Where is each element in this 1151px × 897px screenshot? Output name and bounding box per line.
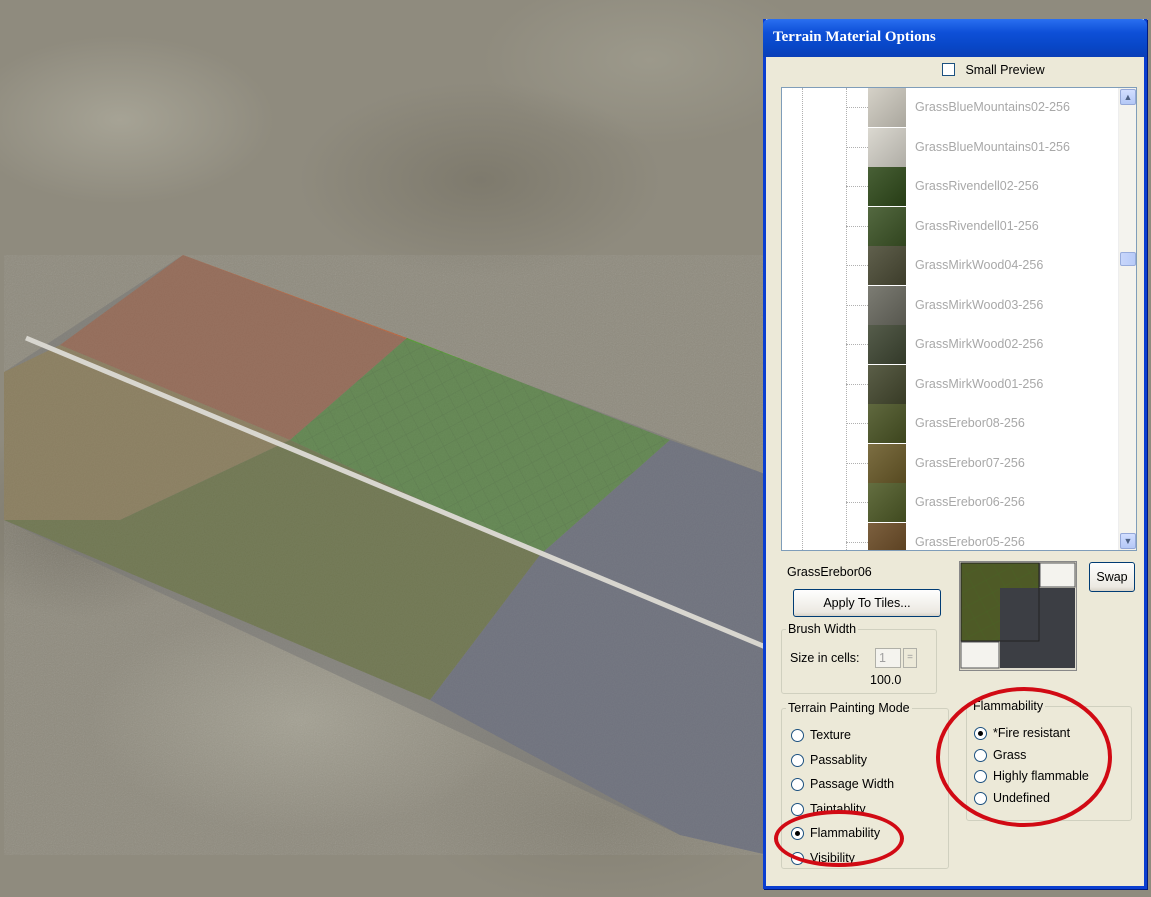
texture-list-item[interactable]: GrassBlueMountains02-256	[782, 88, 1122, 127]
texture-thumbnail	[868, 246, 906, 285]
selected-texture-name: GrassErebor06	[787, 565, 872, 579]
texture-thumbnail	[868, 167, 906, 206]
tree-branch-line	[846, 502, 868, 503]
terrain-material-dialog: Terrain Material Options Small Preview G…	[763, 19, 1147, 889]
texture-list-item[interactable]: GrassErebor05-256	[782, 522, 1122, 550]
small-preview-checkbox[interactable]	[942, 63, 955, 77]
tree-branch-line	[846, 265, 868, 266]
painting-mode-label[interactable]: Passablity	[810, 753, 867, 767]
painting-mode-label[interactable]: Texture	[810, 728, 851, 742]
texture-label: GrassRivendell01-256	[915, 218, 1039, 233]
texture-list-item[interactable]: GrassMirkWood01-256	[782, 364, 1122, 404]
texture-thumbnail	[868, 206, 906, 246]
tree-branch-line	[846, 541, 868, 543]
tree-branch-line	[846, 107, 868, 108]
texture-thumbnail	[868, 285, 906, 325]
texture-thumbnail	[868, 325, 906, 364]
painting-mode-legend: Terrain Painting Mode	[788, 701, 910, 715]
terrain-noise-overlay	[4, 255, 768, 855]
texture-list-item[interactable]: GrassRivendell01-256	[782, 206, 1122, 246]
texture-list-item[interactable]: GrassMirkWood02-256	[782, 325, 1122, 364]
texture-list-item[interactable]: GrassErebor07-256	[782, 443, 1122, 483]
texture-label: GrassMirkWood02-256	[915, 337, 1044, 351]
texture-list-item[interactable]: GrassErebor06-256	[782, 483, 1122, 522]
texture-thumbnail	[868, 404, 906, 443]
painting-mode-radio[interactable]	[791, 753, 804, 767]
tree-branch-line	[846, 462, 868, 464]
dialog-title: Terrain Material Options	[773, 29, 936, 45]
tree-branch-line	[846, 423, 868, 424]
texture-tree-list[interactable]: GrassBlueMountains02-256 GrassBlueMountai…	[781, 87, 1137, 551]
scroll-down-icon[interactable]: ▼	[1120, 533, 1136, 549]
texture-thumbnail	[868, 364, 906, 404]
texture-thumbnail	[868, 522, 906, 550]
texture-label: GrassMirkWood01-256	[915, 376, 1044, 391]
texture-label: GrassRivendell02-256	[915, 179, 1039, 193]
brush-width-legend: Brush Width	[788, 622, 857, 636]
painting-mode-radio[interactable]	[791, 802, 804, 816]
texture-list-item[interactable]: GrassRivendell02-256	[782, 167, 1122, 206]
painting-mode-radio[interactable]	[791, 778, 804, 791]
tree-branch-line	[846, 146, 868, 148]
tree-branch-line	[846, 383, 868, 385]
painting-mode-radio[interactable]	[791, 729, 804, 742]
small-preview-label: Small Preview	[965, 62, 1045, 77]
texture-thumbnail	[868, 127, 906, 167]
texture-list-item[interactable]: GrassMirkWood03-256	[782, 285, 1122, 325]
painting-mode-label[interactable]: Passage Width	[810, 777, 894, 791]
highlight-ellipse-flammability	[936, 687, 1112, 827]
texture-list-item[interactable]: GrassBlueMountains01-256	[782, 127, 1122, 167]
texture-label: GrassErebor06-256	[915, 495, 1025, 509]
brush-value-readout: 100.0	[870, 673, 902, 687]
scroll-up-icon[interactable]: ▲	[1120, 89, 1136, 105]
texture-label: GrassMirkWood04-256	[915, 258, 1044, 272]
tree-branch-line	[846, 225, 868, 227]
texture-label: GrassBlueMountains02-256	[915, 100, 1070, 114]
brush-size-input[interactable]: 1	[875, 648, 901, 668]
apply-to-tiles-button[interactable]: Apply To Tiles...	[793, 589, 941, 617]
texture-label: GrassErebor07-256	[915, 455, 1025, 470]
texture-label: GrassMirkWood03-256	[915, 297, 1044, 312]
scroll-thumb[interactable]	[1120, 252, 1136, 266]
texture-thumbnail	[868, 88, 906, 127]
small-preview-row: Small Preview	[942, 61, 1045, 79]
brush-size-spinner[interactable]: =	[903, 648, 917, 668]
dialog-titlebar[interactable]: Terrain Material Options	[763, 19, 1147, 57]
texture-list-item[interactable]: GrassMirkWood04-256	[782, 246, 1122, 285]
texture-preview-image	[960, 562, 1076, 669]
texture-list-item[interactable]: GrassErebor08-256	[782, 404, 1122, 443]
texture-label: GrassErebor08-256	[915, 416, 1025, 430]
size-in-cells-label: Size in cells:	[790, 651, 860, 665]
tree-branch-line	[846, 344, 868, 345]
highlight-ellipse-mode	[774, 810, 904, 867]
tree-scrollbar[interactable]: ▲ ▼	[1118, 88, 1136, 550]
texture-thumbnail	[868, 483, 906, 522]
texture-preview	[959, 561, 1077, 671]
texture-label: GrassBlueMountains01-256	[915, 139, 1070, 154]
tree-branch-line	[846, 304, 868, 306]
swap-button[interactable]: Swap	[1089, 562, 1135, 592]
texture-thumbnail	[868, 443, 906, 483]
texture-label: GrassErebor05-256	[915, 534, 1025, 549]
tree-branch-line	[846, 186, 868, 187]
